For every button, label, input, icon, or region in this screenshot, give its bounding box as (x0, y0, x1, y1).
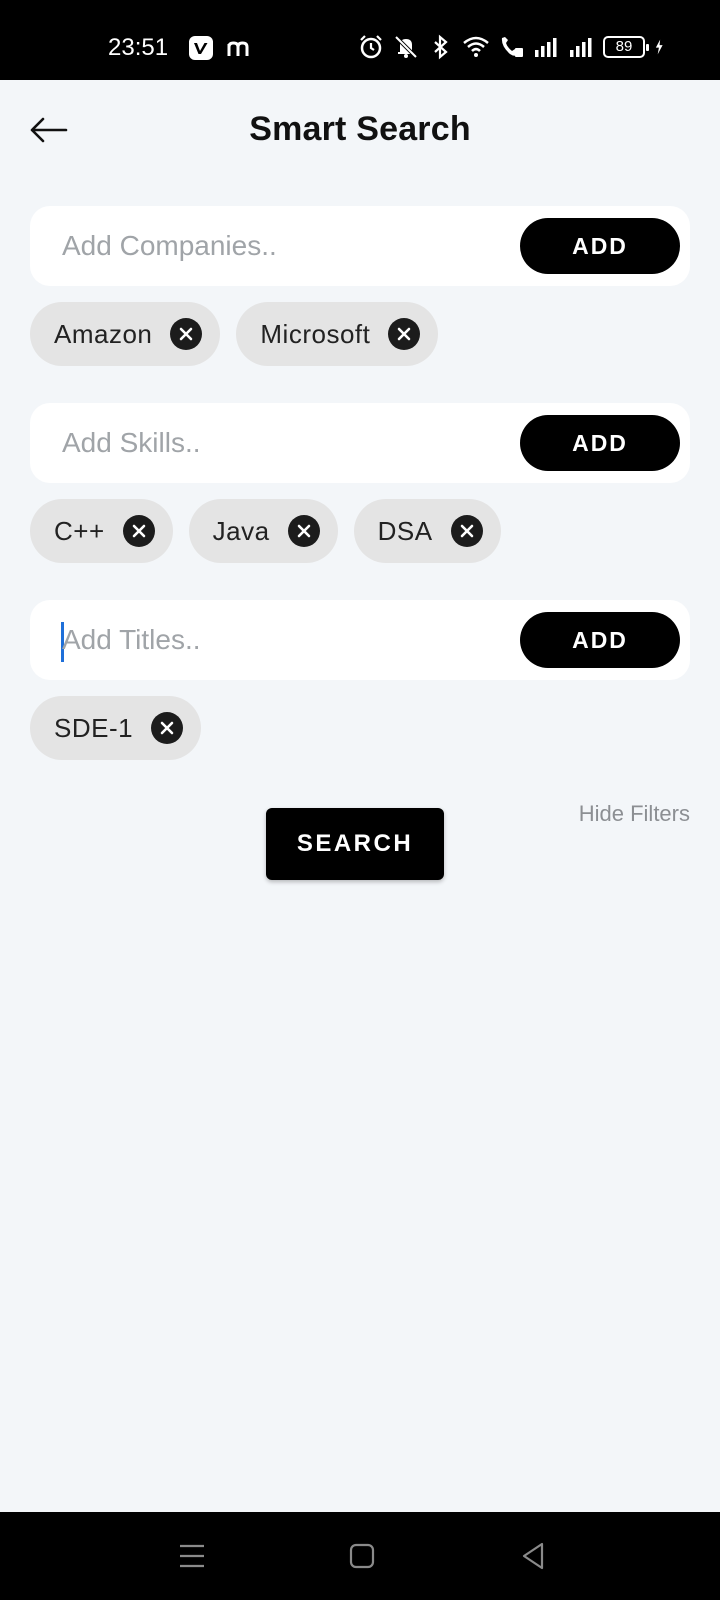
vimeo-icon (189, 36, 213, 60)
add-skill-button[interactable]: ADD (520, 415, 680, 471)
remove-chip-icon[interactable] (151, 712, 184, 744)
status-bar: 23:51 89 (0, 0, 720, 80)
signal-icon (535, 38, 557, 57)
hide-filters-link[interactable]: Hide Filters (579, 801, 690, 827)
remove-chip-icon[interactable] (170, 318, 203, 350)
navigation-bar (0, 1512, 720, 1600)
alarm-icon (360, 35, 382, 59)
battery-icon: 89 (603, 36, 649, 58)
home-icon[interactable] (342, 1536, 382, 1576)
muted-bell-icon (394, 35, 418, 59)
remove-chip-icon[interactable] (122, 515, 155, 547)
bluetooth-icon (434, 34, 448, 60)
status-system-icons: 89 (358, 34, 670, 60)
back-nav-icon[interactable] (514, 1536, 554, 1576)
company-chip: Amazon (30, 302, 221, 366)
companies-input-card: ADD (30, 206, 690, 286)
chip-label: Microsoft (260, 318, 371, 349)
titles-input-card: ADD (30, 600, 690, 680)
recent-apps-icon[interactable] (172, 1536, 212, 1576)
skills-input[interactable] (62, 421, 502, 465)
companies-input[interactable] (62, 224, 502, 268)
chip-label: DSA (377, 515, 433, 546)
status-time: 23:51 (108, 34, 169, 61)
title-chip: SDE-1 (30, 696, 202, 760)
chip-label: C++ (54, 515, 105, 546)
m-app-icon (227, 41, 249, 56)
chip-label: Java (212, 515, 270, 546)
remove-chip-icon[interactable] (287, 515, 320, 547)
skills-input-card: ADD (30, 403, 690, 483)
titles-input[interactable] (62, 618, 502, 662)
wifi-icon (463, 36, 489, 57)
signal-icon (570, 38, 592, 57)
charging-icon (655, 39, 663, 55)
wifi-call-icon (501, 37, 523, 57)
companies-chip-row: Amazon Microsoft (30, 302, 439, 366)
header: Smart Search (0, 80, 720, 180)
add-title-button[interactable]: ADD (520, 612, 680, 668)
chip-label: SDE-1 (54, 712, 134, 743)
add-company-button[interactable]: ADD (520, 218, 680, 274)
skill-chip: Java (188, 499, 338, 563)
page-title: Smart Search (249, 110, 471, 148)
company-chip: Microsoft (236, 302, 439, 366)
search-button[interactable]: SEARCH (266, 808, 444, 880)
skill-chip: C++ (30, 499, 173, 563)
remove-chip-icon[interactable] (450, 515, 483, 547)
titles-chip-row: SDE-1 (30, 696, 202, 760)
chip-label: Amazon (54, 318, 153, 349)
smart-search-screen: 23:51 89 Smart Search Add Companies.. AD… (0, 0, 720, 1600)
remove-chip-icon[interactable] (388, 318, 421, 350)
status-app-icons (188, 35, 252, 61)
skill-chip: DSA (353, 499, 501, 563)
skills-chip-row: C++ Java DSA (30, 499, 501, 563)
